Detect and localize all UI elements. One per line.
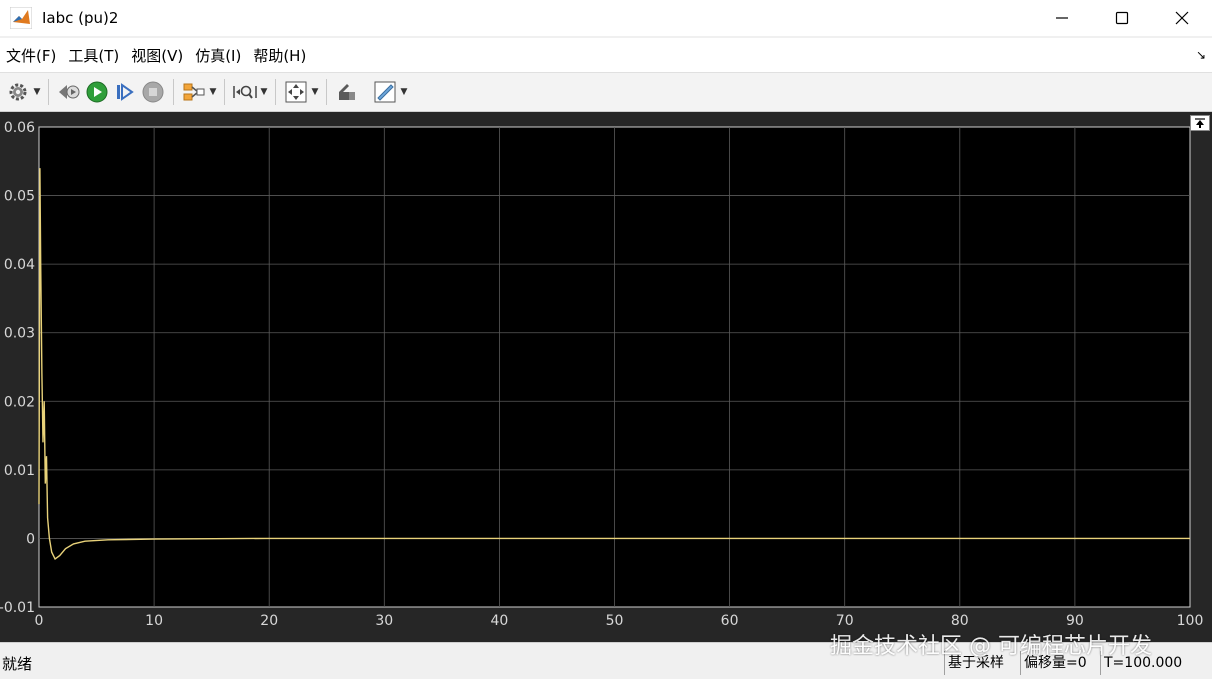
y-tick-label: 0.01 bbox=[4, 463, 35, 479]
step-forward-icon bbox=[117, 83, 134, 101]
run-icon bbox=[86, 81, 108, 103]
y-tick-label: -0.01 bbox=[0, 600, 35, 616]
x-tick-label: 40 bbox=[490, 613, 508, 629]
menu-simulation[interactable]: 仿真(I) bbox=[189, 45, 247, 66]
watermark: 掘金技术社区 @ 可编程芯片开发 bbox=[830, 634, 1152, 659]
x-tick-label: 50 bbox=[606, 613, 624, 629]
settings-dropdown-icon[interactable]: ▼ bbox=[32, 87, 42, 97]
close-icon bbox=[1175, 11, 1189, 25]
zoom-icon bbox=[233, 85, 257, 99]
x-tick-label: 70 bbox=[836, 613, 854, 629]
toolbar-separator bbox=[275, 79, 276, 105]
zoom-button[interactable] bbox=[231, 78, 259, 106]
x-tick-label: 10 bbox=[145, 613, 163, 629]
y-tick-label: 0.02 bbox=[4, 394, 35, 410]
y-tick-label: 0.04 bbox=[4, 257, 35, 273]
toolbar: ▼ ▼ ▼ ▼ ▼ bbox=[0, 72, 1212, 112]
menu-file[interactable]: 文件(F) bbox=[0, 45, 62, 66]
menu-bar: 文件(F) 工具(T) 视图(V) 仿真(I) 帮助(H) ↘ bbox=[0, 38, 1212, 72]
x-tick-label: 100 bbox=[1177, 613, 1204, 629]
zoom-dropdown-icon[interactable]: ▼ bbox=[259, 87, 269, 97]
y-tick-label: 0 bbox=[26, 531, 35, 547]
step-back-button[interactable] bbox=[55, 78, 83, 106]
y-tick-label: 0.05 bbox=[4, 189, 35, 205]
signal-select-button[interactable] bbox=[180, 78, 208, 106]
menu-help[interactable]: 帮助(H) bbox=[247, 45, 312, 66]
title-bar: Iabc (pu)2 bbox=[0, 0, 1212, 36]
measure-button[interactable] bbox=[371, 78, 399, 106]
status-ready: 就绪 bbox=[2, 655, 33, 673]
x-tick-label: 20 bbox=[260, 613, 278, 629]
scope-display[interactable]: 0 10 20 30 40 50 60 70 80 90 100 -0.01 0 0.01 0.02 0.03… bbox=[0, 112, 1212, 642]
signal-select-icon bbox=[183, 83, 205, 101]
x-tick-label: 30 bbox=[375, 613, 393, 629]
close-button[interactable] bbox=[1152, 0, 1212, 36]
toolbar-separator bbox=[326, 79, 327, 105]
y-tick-label: 0.03 bbox=[4, 326, 35, 342]
run-button[interactable] bbox=[83, 78, 111, 106]
stop-button[interactable] bbox=[139, 78, 167, 106]
minimize-button[interactable] bbox=[1032, 0, 1092, 36]
maximize-icon bbox=[1115, 11, 1129, 25]
toolbar-separator bbox=[48, 79, 49, 105]
toolbar-separator bbox=[224, 79, 225, 105]
settings-icon bbox=[9, 83, 27, 101]
minimize-icon bbox=[1056, 17, 1068, 19]
menu-view[interactable]: 视图(V) bbox=[125, 45, 189, 66]
undock-icon[interactable]: ↘ bbox=[1196, 48, 1206, 62]
fit-to-view-dropdown-icon[interactable]: ▼ bbox=[310, 87, 320, 97]
stop-icon bbox=[142, 81, 164, 103]
toolbar-separator bbox=[173, 79, 174, 105]
write-data-button[interactable] bbox=[333, 78, 361, 106]
matlab-icon bbox=[10, 7, 32, 29]
scope-plot: 0 10 20 30 40 50 60 70 80 90 100-0.0100.010.020.03… bbox=[0, 120, 1204, 629]
step-back-icon bbox=[59, 85, 80, 99]
fit-to-view-icon bbox=[285, 81, 307, 103]
x-tick-label: 60 bbox=[721, 613, 739, 629]
x-tick-label: 80 bbox=[951, 613, 969, 629]
window-title: Iabc (pu)2 bbox=[42, 9, 119, 27]
write-data-icon bbox=[339, 84, 355, 100]
settings-button[interactable] bbox=[4, 78, 32, 106]
x-tick-label: 0 bbox=[35, 613, 44, 629]
maximize-button[interactable] bbox=[1092, 0, 1152, 36]
signal-select-dropdown-icon[interactable]: ▼ bbox=[208, 87, 218, 97]
expand-icon bbox=[1195, 118, 1205, 128]
y-tick-label: 0.06 bbox=[4, 120, 35, 136]
restore-axes-button[interactable] bbox=[1190, 115, 1210, 131]
menu-tools[interactable]: 工具(T) bbox=[62, 45, 125, 66]
measure-icon bbox=[374, 81, 396, 103]
step-forward-button[interactable] bbox=[111, 78, 139, 106]
x-tick-label: 90 bbox=[1066, 613, 1084, 629]
measure-dropdown-icon[interactable]: ▼ bbox=[399, 87, 409, 97]
fit-to-view-button[interactable] bbox=[282, 78, 310, 106]
